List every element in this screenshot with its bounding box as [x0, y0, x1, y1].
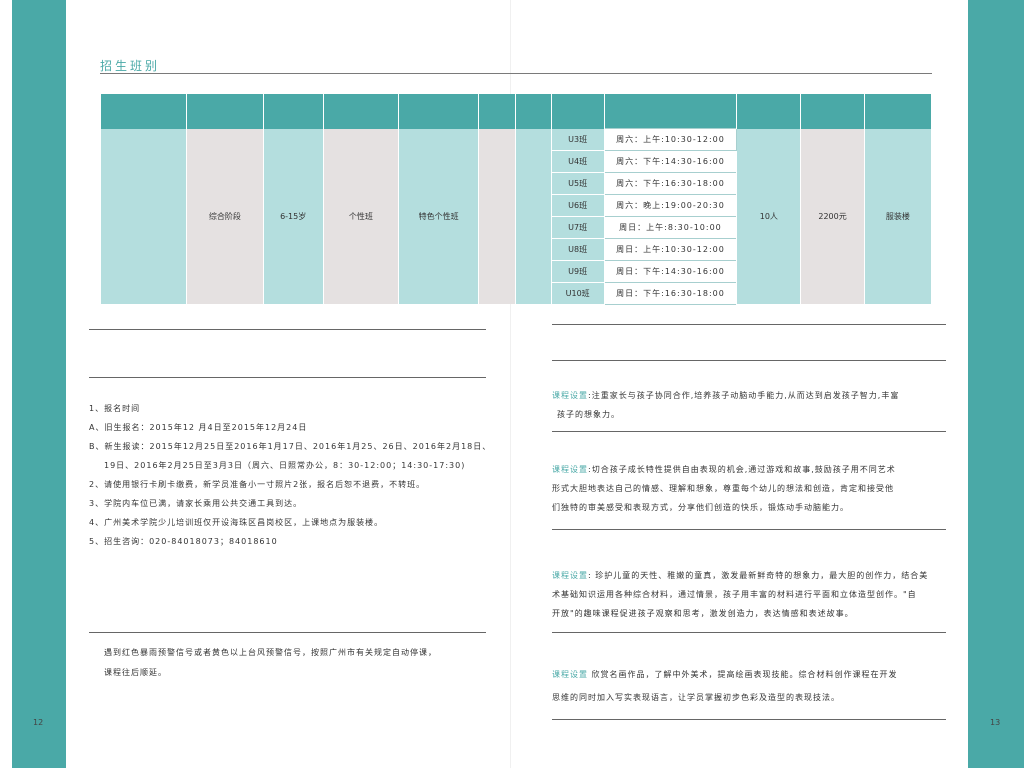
- header-cell: [398, 94, 480, 129]
- session-code: U10班: [550, 282, 605, 305]
- course-line: 形式大胆地表达自己的情感、理解和想象，尊重每个幼儿的想法和创造，肯定和接受他: [552, 484, 894, 493]
- session-code: U3班: [550, 128, 605, 151]
- course-description: 课程设置: 珍护儿童的天性、稚嫩的童真，激发最新鲜奇特的想象力，最大胆的创作力，…: [552, 566, 947, 623]
- header-cell: [322, 94, 400, 129]
- title-rule: [100, 73, 932, 74]
- empty-cell: [478, 128, 517, 304]
- session-code: U8班: [550, 238, 605, 261]
- notice-line: 课程往后顺延。: [104, 668, 167, 677]
- class-type-cell: 个性班: [322, 128, 400, 304]
- session-time: 周日：上午:10:30-12:00: [603, 237, 738, 261]
- session-code: U5班: [550, 172, 605, 195]
- divider-rule: [552, 719, 946, 720]
- header-cell: [478, 94, 517, 129]
- divider-rule: [552, 324, 946, 325]
- registration-info: 1、报名时间 A、旧生报名：2015年12 月4日至2015年12月24日 B、…: [89, 399, 492, 551]
- course-line: 思维的同时加入写实表现语言，让学员掌握初步色彩及造型的表现技法。: [552, 693, 840, 702]
- course-label: 课程设置: [552, 465, 588, 474]
- info-line: 2、请使用银行卡刷卡缴费，新学员准备小一寸照片2张，报名后恕不退费，不转班。: [89, 480, 426, 489]
- header-cell: [550, 94, 605, 129]
- course-line: 们独特的审美感受和表现方式，分享他们创造的快乐，锻炼动手动脑能力。: [552, 503, 849, 512]
- session-code: U9班: [550, 260, 605, 283]
- course-line: 开放"的趣味课程促进孩子观察和思考，激发创造力，表达情感和表述故事。: [552, 609, 854, 618]
- divider-rule: [552, 529, 946, 530]
- divider-rule: [89, 377, 486, 378]
- course-label: 课程设置: [552, 670, 588, 679]
- course-text: :注重家长与孩子协同合作,培养孩子动脑动手能力,从而达到启发孩子智力,丰富: [588, 391, 900, 400]
- info-line: 5、招生咨询：020-84018073；84018610: [89, 537, 278, 546]
- weather-notice: 遇到红色暴雨预警信号或者黄色以上台风预警信号，按照广州市有关规定自动停课， 课程…: [104, 643, 489, 683]
- location-cell: 服装楼: [863, 128, 933, 304]
- fee-cell: 2200元: [800, 128, 865, 304]
- session-time: 周日：下午:14:30-16:00: [603, 259, 738, 283]
- course-label: 课程设置: [552, 571, 588, 580]
- session-code: U6班: [550, 194, 605, 217]
- course-description: 课程设置:注重家长与孩子协同合作,培养孩子动脑动手能力,从而达到启发孩子智力,丰…: [552, 386, 947, 424]
- info-line: 3、学院内车位已满，请家长乘用公共交通工具到达。: [89, 499, 303, 508]
- course-text: :切合孩子成长特性提供自由表现的机会,通过游戏和故事,鼓励孩子用不同艺术: [588, 465, 896, 474]
- empty-cell: [99, 128, 188, 304]
- header-cell: [800, 94, 865, 129]
- course-text: : 珍护儿童的天性、稚嫩的童真，激发最新鲜奇特的想象力，最大胆的创作力，结合美: [588, 571, 929, 580]
- course-line: 术基础知识运用各种综合材料，通过情景，孩子用丰富的材料进行平面和立体造型创作。"…: [552, 590, 917, 599]
- session-time: 周六：下午:14:30-16:00: [603, 149, 738, 173]
- section-title: 招生班别: [100, 59, 161, 73]
- divider-rule: [552, 431, 946, 432]
- divider-rule: [552, 632, 946, 633]
- divider-rule: [552, 360, 946, 361]
- session-time: 周日：下午:16:30-18:00: [603, 281, 738, 305]
- page-number-left: 12: [33, 718, 44, 727]
- course-line: 课程设置: 珍护儿童的天性、稚嫩的童真，激发最新鲜奇特的想象力，最大胆的创作力，…: [552, 566, 947, 585]
- info-line: B、新生报读：2015年12月25日至2016年1月17日、2016年1月25、…: [89, 442, 492, 451]
- course-text: 欣赏名画作品，了解中外美术，提高绘画表现技能。综合材料创作课程在开发: [588, 670, 898, 679]
- right-margin-bar: [968, 0, 1024, 768]
- header-cell: [262, 94, 324, 129]
- class-schedule-table: 综合阶段 6-15岁 个性班 特色个性班 U3班 周六：上午:10:30-12:…: [99, 94, 933, 305]
- course-line: 课程设置:注重家长与孩子协同合作,培养孩子动脑动手能力,从而达到启发孩子智力,丰…: [552, 386, 947, 405]
- info-line: A、旧生报名：2015年12 月4日至2015年12月24日: [89, 423, 308, 432]
- info-line: 4、广州美术学院少儿培训班仅开设海珠区昌岗校区，上课地点为服装楼。: [89, 518, 384, 527]
- header-cell: [603, 94, 738, 129]
- course-description: 课程设置:切合孩子成长特性提供自由表现的机会,通过游戏和故事,鼓励孩子用不同艺术…: [552, 460, 947, 517]
- table-row: 综合阶段 6-15岁 个性班 特色个性班 U3班 周六：上午:10:30-12:…: [99, 128, 933, 304]
- capacity-cell: 10人: [736, 128, 802, 304]
- header-cell: [863, 94, 933, 129]
- course-label: 课程设置: [552, 391, 588, 400]
- course-cell: 特色个性班: [398, 128, 480, 304]
- age-cell: 6-15岁: [262, 128, 324, 304]
- page-number-right: 13: [990, 718, 1001, 727]
- table-body: 综合阶段 6-15岁 个性班 特色个性班 U3班 周六：上午:10:30-12:…: [99, 128, 933, 305]
- header-cell: [736, 94, 802, 129]
- session-code: U4班: [550, 150, 605, 173]
- course-line: 课程设置:切合孩子成长特性提供自由表现的机会,通过游戏和故事,鼓励孩子用不同艺术: [552, 460, 947, 479]
- course-line: 孩子的想象力。: [557, 410, 620, 419]
- table-header-row: [99, 94, 933, 129]
- session-time: 周六：上午:10:30-12:00: [603, 128, 738, 151]
- notice-line: 遇到红色暴雨预警信号或者黄色以上台风预警信号，按照广州市有关规定自动停课，: [104, 648, 437, 657]
- header-cell: [186, 94, 264, 129]
- session-time: 周日：上午:8:30-10:00: [603, 215, 738, 239]
- header-cell: [515, 94, 552, 129]
- header-cell: [99, 94, 188, 129]
- session-code: U7班: [550, 216, 605, 239]
- info-line: 19日、2016年2月25日至3月3日（周六、日照常办公，8：30-12:00；…: [104, 461, 466, 470]
- course-line: 课程设置 欣赏名画作品，了解中外美术，提高绘画表现技能。综合材料创作课程在开发: [552, 665, 947, 684]
- divider-rule: [89, 632, 486, 633]
- divider-rule: [89, 329, 486, 330]
- left-margin-bar: [12, 0, 66, 768]
- course-description: 课程设置 欣赏名画作品，了解中外美术，提高绘画表现技能。综合材料创作课程在开发 …: [552, 665, 947, 707]
- session-time: 周六：晚上:19:00-20:30: [603, 193, 738, 217]
- stage-cell: 综合阶段: [186, 128, 264, 304]
- info-line: 1、报名时间: [89, 404, 141, 413]
- session-time: 周六：下午:16:30-18:00: [603, 171, 738, 195]
- empty-cell: [515, 128, 552, 304]
